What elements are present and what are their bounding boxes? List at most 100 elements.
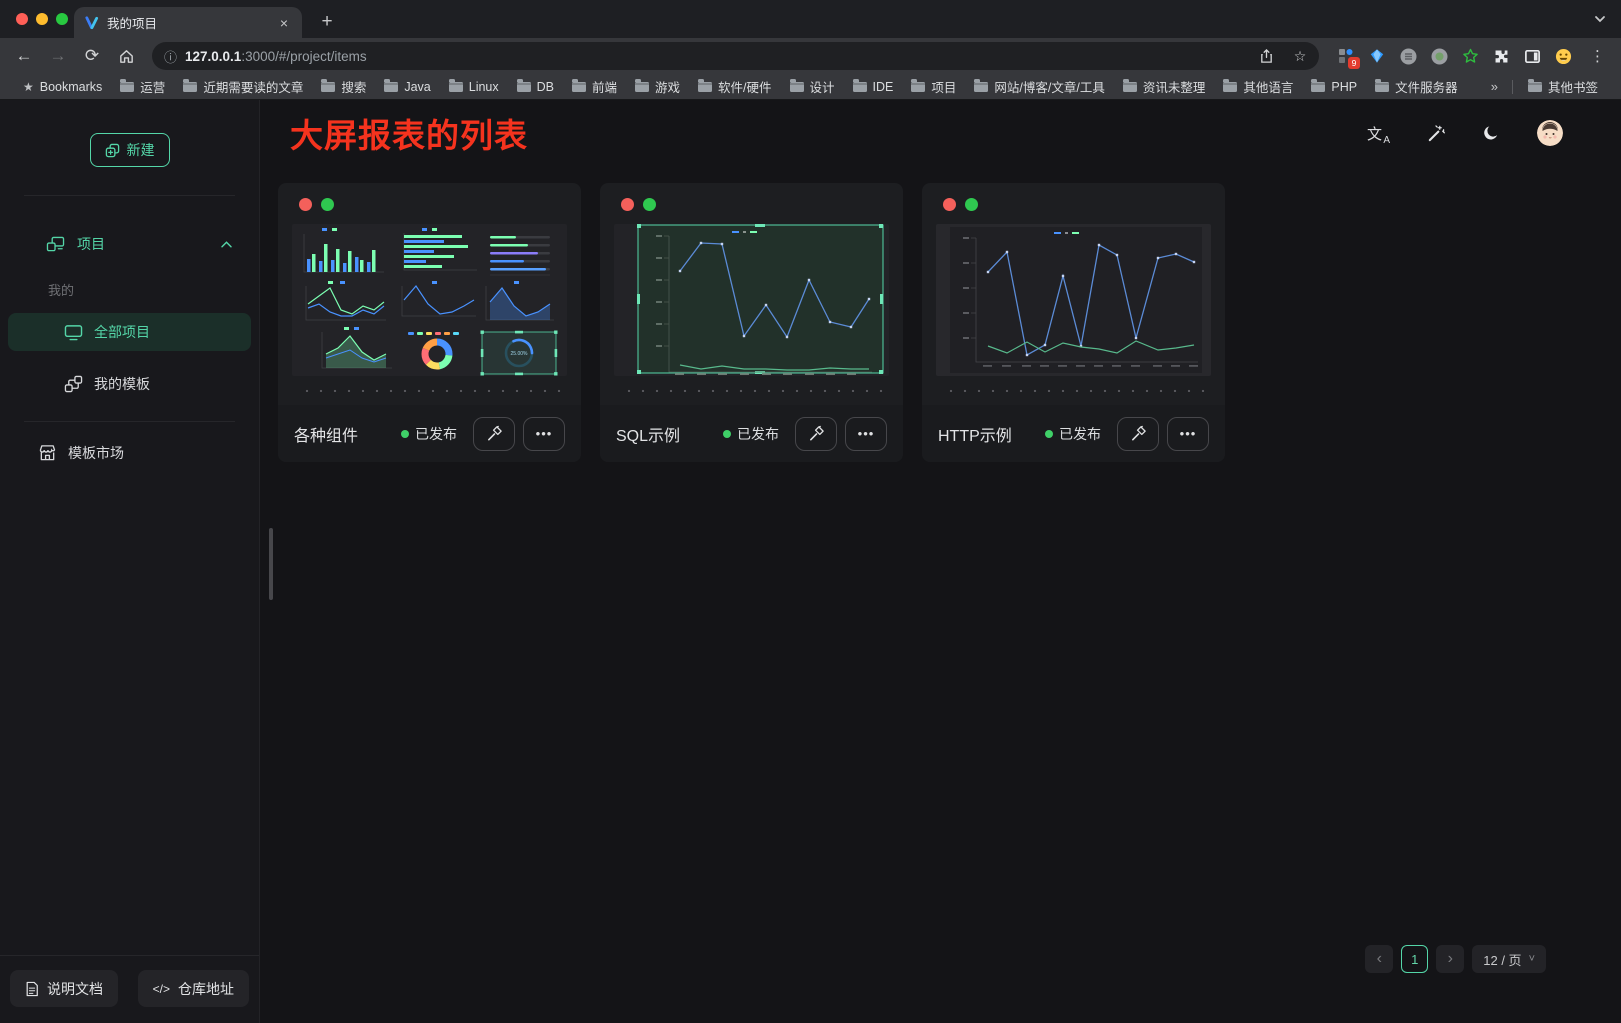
- chevron-up-icon[interactable]: [220, 240, 233, 249]
- new-project-button[interactable]: 新建: [90, 133, 170, 167]
- other-bookmarks-folder[interactable]: 其他书签: [1519, 77, 1607, 96]
- bookmark-folder[interactable]: Linux: [440, 80, 508, 94]
- project-thumbnail[interactable]: [614, 224, 889, 376]
- bookmark-folder[interactable]: 设计: [781, 77, 844, 96]
- sidebar-item-label: 我的模板: [94, 374, 150, 394]
- url-host: 127.0.0.1: [185, 49, 241, 64]
- extension-badge: 9: [1348, 57, 1360, 69]
- window-zoom-button[interactable]: [56, 13, 68, 25]
- bookmark-folder-label: 其他语言: [1243, 77, 1293, 96]
- edit-project-button[interactable]: [473, 417, 515, 451]
- more-actions-button[interactable]: •••: [523, 417, 565, 451]
- bookmark-folder[interactable]: 游戏: [626, 77, 689, 96]
- sidebar-group-projects[interactable]: 项目: [0, 224, 259, 264]
- window-close-button[interactable]: [16, 13, 28, 25]
- page-size-select[interactable]: 12 / 页 ˅: [1472, 945, 1546, 973]
- docs-button[interactable]: 说明文档: [10, 970, 118, 1007]
- more-actions-button[interactable]: •••: [1167, 417, 1209, 451]
- bookmarks-overflow-chevron[interactable]: »: [1483, 79, 1506, 94]
- extension-dot-circle-icon[interactable]: [1430, 47, 1448, 65]
- magic-wand-icon[interactable]: [1426, 124, 1445, 143]
- status-badge: 已发布: [401, 424, 457, 444]
- bookmark-folder[interactable]: 资讯未整理: [1114, 77, 1215, 96]
- red-dot: [943, 198, 956, 211]
- folder-icon: [1223, 82, 1237, 92]
- browser-tab[interactable]: 我的项目 ×: [74, 7, 302, 38]
- url-bar[interactable]: ⓘ 127.0.0.1:3000/#/project/items ☆: [152, 42, 1319, 70]
- tab-search-chevron-icon[interactable]: [1593, 12, 1607, 26]
- bookmark-folder[interactable]: 文件服务器: [1366, 77, 1467, 96]
- language-toggle-icon[interactable]: 文 A: [1367, 123, 1389, 144]
- edit-project-button[interactable]: [795, 417, 837, 451]
- project-card[interactable]: SQL示例 已发布 •••: [600, 183, 903, 462]
- prev-page-button[interactable]: ‹: [1365, 945, 1393, 973]
- bookmark-folder[interactable]: DB: [508, 80, 563, 94]
- next-page-button[interactable]: ›: [1436, 945, 1464, 973]
- bookmark-folder[interactable]: Java: [375, 80, 439, 94]
- bookmarks-manager-item[interactable]: ★ Bookmarks: [14, 80, 111, 94]
- extension-star-icon[interactable]: [1461, 47, 1479, 65]
- browser-menu-icon[interactable]: ⋮: [1584, 47, 1611, 65]
- bookmark-folder-label: 近期需要读的文章: [203, 77, 303, 96]
- sidebar-item-my-templates[interactable]: 我的模板: [8, 365, 251, 403]
- status-label: 已发布: [415, 424, 457, 444]
- project-thumbnail[interactable]: 25.00%: [292, 224, 567, 376]
- emoji-extension-icon[interactable]: [1554, 47, 1572, 65]
- bookmark-folder[interactable]: 近期需要读的文章: [174, 77, 312, 96]
- dotted-separator: [620, 388, 883, 392]
- bookmark-folder[interactable]: 运营: [111, 77, 174, 96]
- tab-close-icon[interactable]: ×: [276, 15, 292, 31]
- sidebar-group-label: 项目: [77, 234, 105, 254]
- project-card[interactable]: 25.00% 各种组件 已发布: [278, 183, 581, 462]
- project-card[interactable]: HTTP示例 已发布 •••: [922, 183, 1225, 462]
- more-actions-button[interactable]: •••: [845, 417, 887, 451]
- user-avatar[interactable]: [1537, 120, 1563, 146]
- reload-button[interactable]: ⟳: [78, 42, 106, 70]
- card-decoration-dots: [278, 183, 581, 211]
- window-minimize-button[interactable]: [36, 13, 48, 25]
- status-dot: [401, 430, 409, 438]
- sidebar-item-template-market[interactable]: 模板市场: [8, 434, 251, 472]
- bookmark-folder[interactable]: 其他语言: [1214, 77, 1302, 96]
- bookmark-folder[interactable]: 网站/博客/文章/工具: [965, 77, 1113, 96]
- bookmark-folder[interactable]: 搜索: [312, 77, 375, 96]
- project-thumbnail[interactable]: [936, 224, 1211, 376]
- gauge-value-label: 25.00%: [511, 351, 529, 357]
- scrollbar-thumb[interactable]: [269, 528, 273, 600]
- translate-zh-glyph: 文: [1367, 123, 1382, 144]
- share-icon[interactable]: [1253, 48, 1279, 64]
- extension-circle-icon[interactable]: [1399, 47, 1417, 65]
- sidebar-item-all-projects[interactable]: 全部项目: [8, 313, 251, 351]
- extension-grid-icon[interactable]: 9: [1337, 47, 1355, 65]
- home-button[interactable]: [112, 42, 140, 70]
- folder-icon: [449, 82, 463, 92]
- bookmark-folder[interactable]: PHP: [1302, 80, 1366, 94]
- current-page-button[interactable]: 1: [1401, 945, 1428, 973]
- bookmark-star-icon[interactable]: ☆: [1287, 48, 1313, 65]
- url-path: :3000/#/project/items: [241, 49, 366, 64]
- header-actions: 文 A: [1367, 120, 1563, 146]
- site-info-icon[interactable]: ⓘ: [164, 47, 177, 66]
- bookmark-folder[interactable]: IDE: [844, 80, 903, 94]
- project-name: HTTP示例: [938, 422, 1012, 446]
- star-icon: ★: [23, 80, 34, 94]
- bookmark-folder-label: Java: [404, 80, 430, 94]
- bookmark-folder[interactable]: 前端: [563, 77, 626, 96]
- hammer-icon: [1130, 425, 1147, 442]
- extensions-puzzle-icon[interactable]: [1492, 47, 1510, 65]
- dark-mode-moon-icon[interactable]: [1482, 124, 1500, 142]
- card-decoration-dots: [600, 183, 903, 211]
- back-button[interactable]: ←: [10, 42, 38, 70]
- extension-gem-icon[interactable]: [1368, 47, 1386, 65]
- bookmark-folder-label: 搜索: [341, 77, 366, 96]
- bookmark-folder[interactable]: 项目: [902, 77, 965, 96]
- forward-button[interactable]: →: [44, 42, 72, 70]
- goview-favicon: [84, 15, 99, 30]
- bookmark-folder[interactable]: 软件/硬件: [689, 77, 780, 96]
- project-name: SQL示例: [616, 422, 680, 446]
- side-panel-icon[interactable]: [1523, 47, 1541, 65]
- repo-button[interactable]: </> 仓库地址: [138, 970, 249, 1007]
- sidebar-divider: [24, 195, 235, 196]
- edit-project-button[interactable]: [1117, 417, 1159, 451]
- new-tab-button[interactable]: +: [314, 11, 340, 33]
